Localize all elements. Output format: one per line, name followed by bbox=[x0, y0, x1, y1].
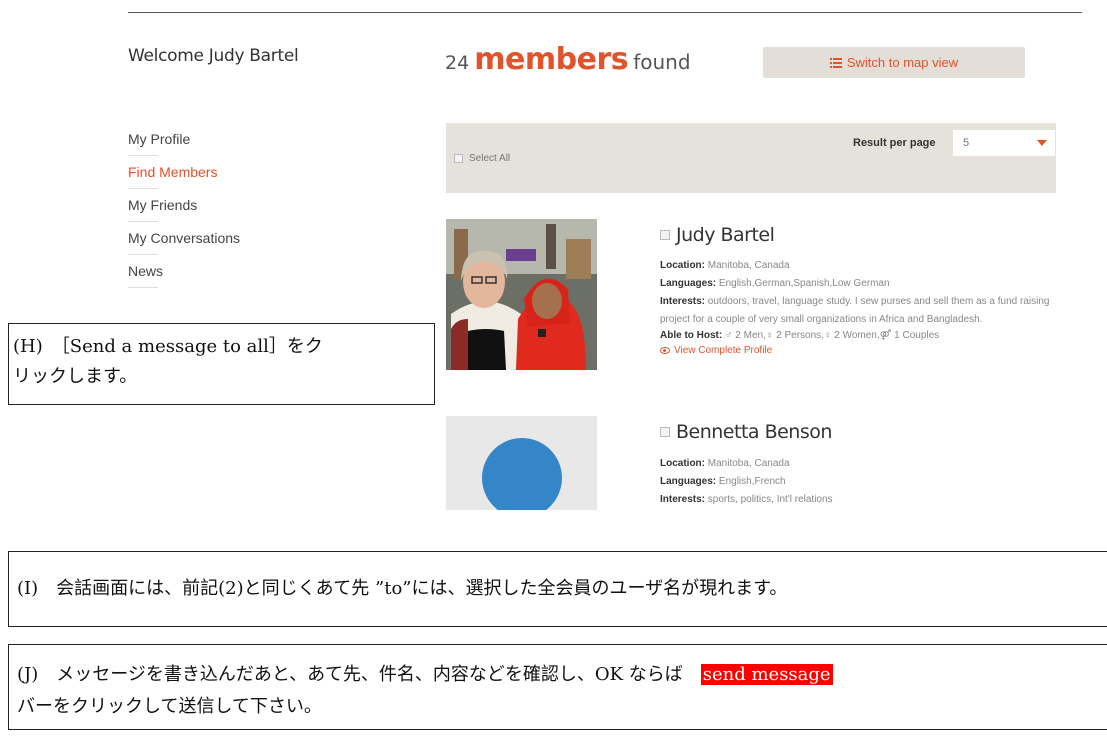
interests-label: Interests: bbox=[660, 494, 706, 505]
caret-down-icon bbox=[1037, 140, 1047, 146]
members-found-count: 24 members found bbox=[445, 42, 691, 77]
member-photo-bennetta-benson[interactable] bbox=[446, 416, 597, 510]
interests-value: sports, politics, Int'l relations bbox=[707, 494, 833, 505]
results-per-page-value: 5 bbox=[963, 137, 970, 149]
location-value: Manitoba, Canada bbox=[707, 260, 790, 271]
location-row: Location: Manitoba, Canada bbox=[660, 455, 833, 473]
instruction-note-j: (J) メッセージを書き込んだあと、あて先、件名、内容などを確認し、OK ならば… bbox=[8, 644, 1107, 730]
host-label: Able to Host: bbox=[660, 330, 723, 341]
member-photo-judy-bartel[interactable] bbox=[446, 219, 597, 370]
host-couples: 1 Couples bbox=[894, 330, 940, 341]
member-checkbox[interactable] bbox=[660, 230, 670, 240]
languages-label: Languages: bbox=[660, 278, 717, 289]
languages-value: English,German,Spanish,Low German bbox=[718, 278, 890, 289]
member-name-judy-bartel[interactable]: Judy Bartel bbox=[660, 224, 775, 246]
couple-icon: ⚤ bbox=[879, 330, 892, 341]
member-details-judy-bartel: Location: Manitoba, Canada Languages: En… bbox=[660, 257, 1080, 356]
results-per-page-select[interactable]: 5 bbox=[953, 130, 1055, 156]
map-button-label: Switch to map view bbox=[846, 55, 959, 70]
person-icon: ♀ bbox=[765, 330, 774, 341]
host-women: 2 Women, bbox=[834, 330, 880, 341]
host-men: 2 Men, bbox=[735, 330, 766, 341]
eye-icon bbox=[660, 347, 670, 354]
avatar-placeholder bbox=[482, 438, 562, 510]
welcome-message: Welcome Judy Bartel bbox=[128, 46, 299, 66]
interests-label: Interests: bbox=[660, 296, 706, 307]
count-word: members bbox=[474, 42, 629, 77]
switch-to-map-view-button[interactable]: Switch to map view bbox=[763, 47, 1025, 78]
location-row: Location: Manitoba, Canada bbox=[660, 257, 1080, 275]
sidebar-item-find-members[interactable]: Find Members bbox=[128, 157, 248, 190]
member-name-text: Bennetta Benson bbox=[676, 421, 832, 443]
note-j-line1: (J) メッセージを書き込んだあと、あて先、件名、内容などを確認し、OK ならば… bbox=[17, 659, 1107, 691]
sidebar-item-news[interactable]: News bbox=[128, 256, 248, 289]
languages-row: Languages: English,German,Spanish,Low Ge… bbox=[660, 275, 1080, 293]
location-label: Location: bbox=[660, 458, 705, 469]
count-suffix: found bbox=[633, 50, 691, 74]
instruction-note-i: (I) 会話画面には、前記(2)と同じくあて先 ”to”には、選択した全会員のユ… bbox=[8, 551, 1107, 627]
instruction-note-h: (H) ［Send a message to all］をク リックします。 bbox=[8, 323, 435, 405]
note-h-line1: (H) ［Send a message to all］をク bbox=[13, 336, 323, 357]
woman-icon: ♀ bbox=[823, 330, 832, 341]
note-i-text: (I) 会話画面には、前記(2)と同じくあて先 ”to”には、選択した全会員のユ… bbox=[17, 578, 788, 599]
sidebar-item-my-friends[interactable]: My Friends bbox=[128, 190, 248, 223]
member-name-bennetta-benson[interactable]: Bennetta Benson bbox=[660, 421, 832, 443]
note-j-text: (J) メッセージを書き込んだあと、あて先、件名、内容などを確認し、OK ならば bbox=[17, 664, 701, 685]
host-persons: 2 Persons, bbox=[776, 330, 824, 341]
select-all-label: Select All bbox=[469, 153, 511, 164]
languages-row: Languages: English,French bbox=[660, 473, 833, 491]
languages-label: Languages: bbox=[660, 476, 717, 487]
results-per-page-label: Result per page bbox=[853, 137, 936, 149]
select-all-checkbox[interactable]: Select All bbox=[454, 153, 510, 164]
man-icon: ♂ bbox=[725, 330, 733, 341]
interests-row: Interests: sports, politics, Int'l relat… bbox=[660, 491, 833, 509]
note-h-line2: リックします。 bbox=[13, 366, 138, 387]
member-checkbox[interactable] bbox=[660, 427, 670, 437]
view-complete-profile-link[interactable]: View Complete Profile bbox=[660, 345, 1080, 356]
sidebar-menu: My Profile Find Members My Friends My Co… bbox=[128, 124, 248, 289]
location-label: Location: bbox=[660, 260, 705, 271]
top-divider bbox=[128, 12, 1082, 13]
sidebar-item-my-conversations[interactable]: My Conversations bbox=[128, 223, 248, 256]
list-icon bbox=[829, 57, 842, 68]
checkbox-icon bbox=[454, 154, 463, 163]
member-details-bennetta-benson: Location: Manitoba, Canada Languages: En… bbox=[660, 455, 833, 509]
interests-row: Interests: outdoors, travel, language st… bbox=[660, 293, 1080, 329]
location-value: Manitoba, Canada bbox=[707, 458, 790, 469]
note-j-line2: バーをクリックして送信して下さい。 bbox=[17, 696, 322, 717]
count-number: 24 bbox=[445, 52, 470, 74]
sidebar-item-my-profile[interactable]: My Profile bbox=[128, 124, 248, 157]
member-name-text: Judy Bartel bbox=[676, 224, 775, 246]
interests-value: outdoors, travel, language study. I sew … bbox=[660, 296, 1050, 325]
send-message-highlight: send message bbox=[700, 664, 833, 685]
able-to-host-row: Able to Host: ♂ 2 Men,♀ 2 Persons,♀ 2 Wo… bbox=[660, 329, 1080, 343]
view-profile-label: View Complete Profile bbox=[674, 345, 773, 356]
languages-value: English,French bbox=[718, 476, 786, 487]
